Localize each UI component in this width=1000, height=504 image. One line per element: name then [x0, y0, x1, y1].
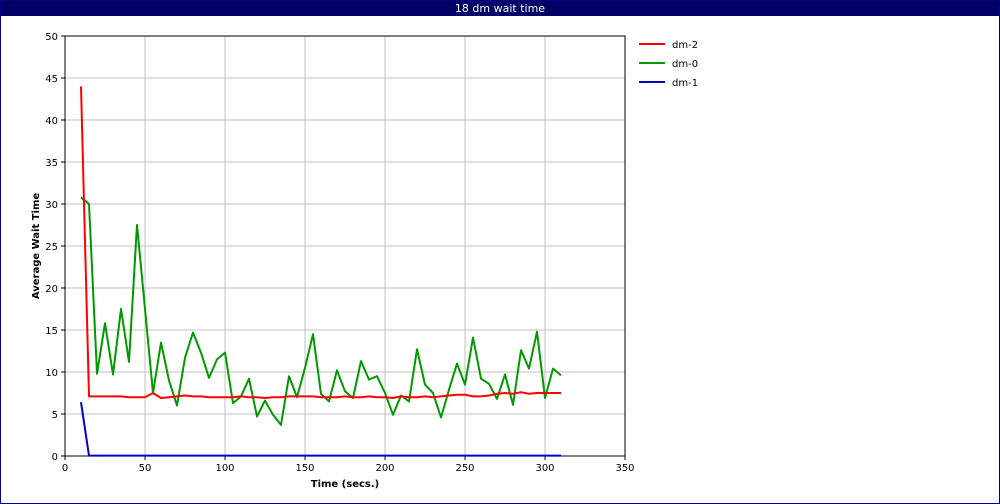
y-tick-label: 50 — [45, 32, 58, 43]
y-tick-label: 35 — [45, 158, 58, 169]
legend-label-dm-1: dm-1 — [672, 78, 698, 89]
legend-label-dm-0: dm-0 — [672, 59, 698, 70]
legend: dm-2 dm-0 dm-1 — [639, 40, 698, 89]
x-tick-label: 0 — [62, 463, 68, 474]
x-tick-label: 150 — [295, 463, 314, 474]
y-tick-label: 25 — [45, 242, 58, 253]
y-tick-label: 30 — [45, 200, 58, 211]
x-tick-label: 200 — [375, 463, 394, 474]
y-tick-label: 10 — [45, 368, 58, 379]
x-axis: 0 50 100 150 200 250 300 350 — [62, 456, 635, 474]
y-tick-label: 20 — [45, 284, 58, 295]
y-tick-label: 45 — [45, 74, 58, 85]
line-chart: 0 50 100 150 200 250 300 350 0 5 10 15 20 25 30 35 40 45 5… — [31, 32, 698, 490]
x-tick-label: 50 — [139, 463, 152, 474]
x-tick-label: 250 — [455, 463, 474, 474]
y-tick-label: 5 — [52, 410, 58, 421]
y-tick-label: 0 — [52, 452, 58, 463]
x-tick-label: 300 — [535, 463, 554, 474]
x-axis-title: Time (secs.) — [311, 479, 380, 490]
x-tick-label: 100 — [215, 463, 234, 474]
chart-window: 18 dm wait time 0 50 100 150 200 250 300 350 0 5 1… — [0, 0, 1000, 504]
y-tick-label: 40 — [45, 116, 58, 127]
x-tick-label: 350 — [615, 463, 634, 474]
y-tick-label: 15 — [45, 326, 58, 337]
y-axis-title: Average Wait Time — [31, 193, 42, 300]
legend-label-dm-2: dm-2 — [672, 40, 698, 51]
y-axis: 0 5 10 15 20 25 30 35 40 45 50 — [45, 32, 65, 463]
